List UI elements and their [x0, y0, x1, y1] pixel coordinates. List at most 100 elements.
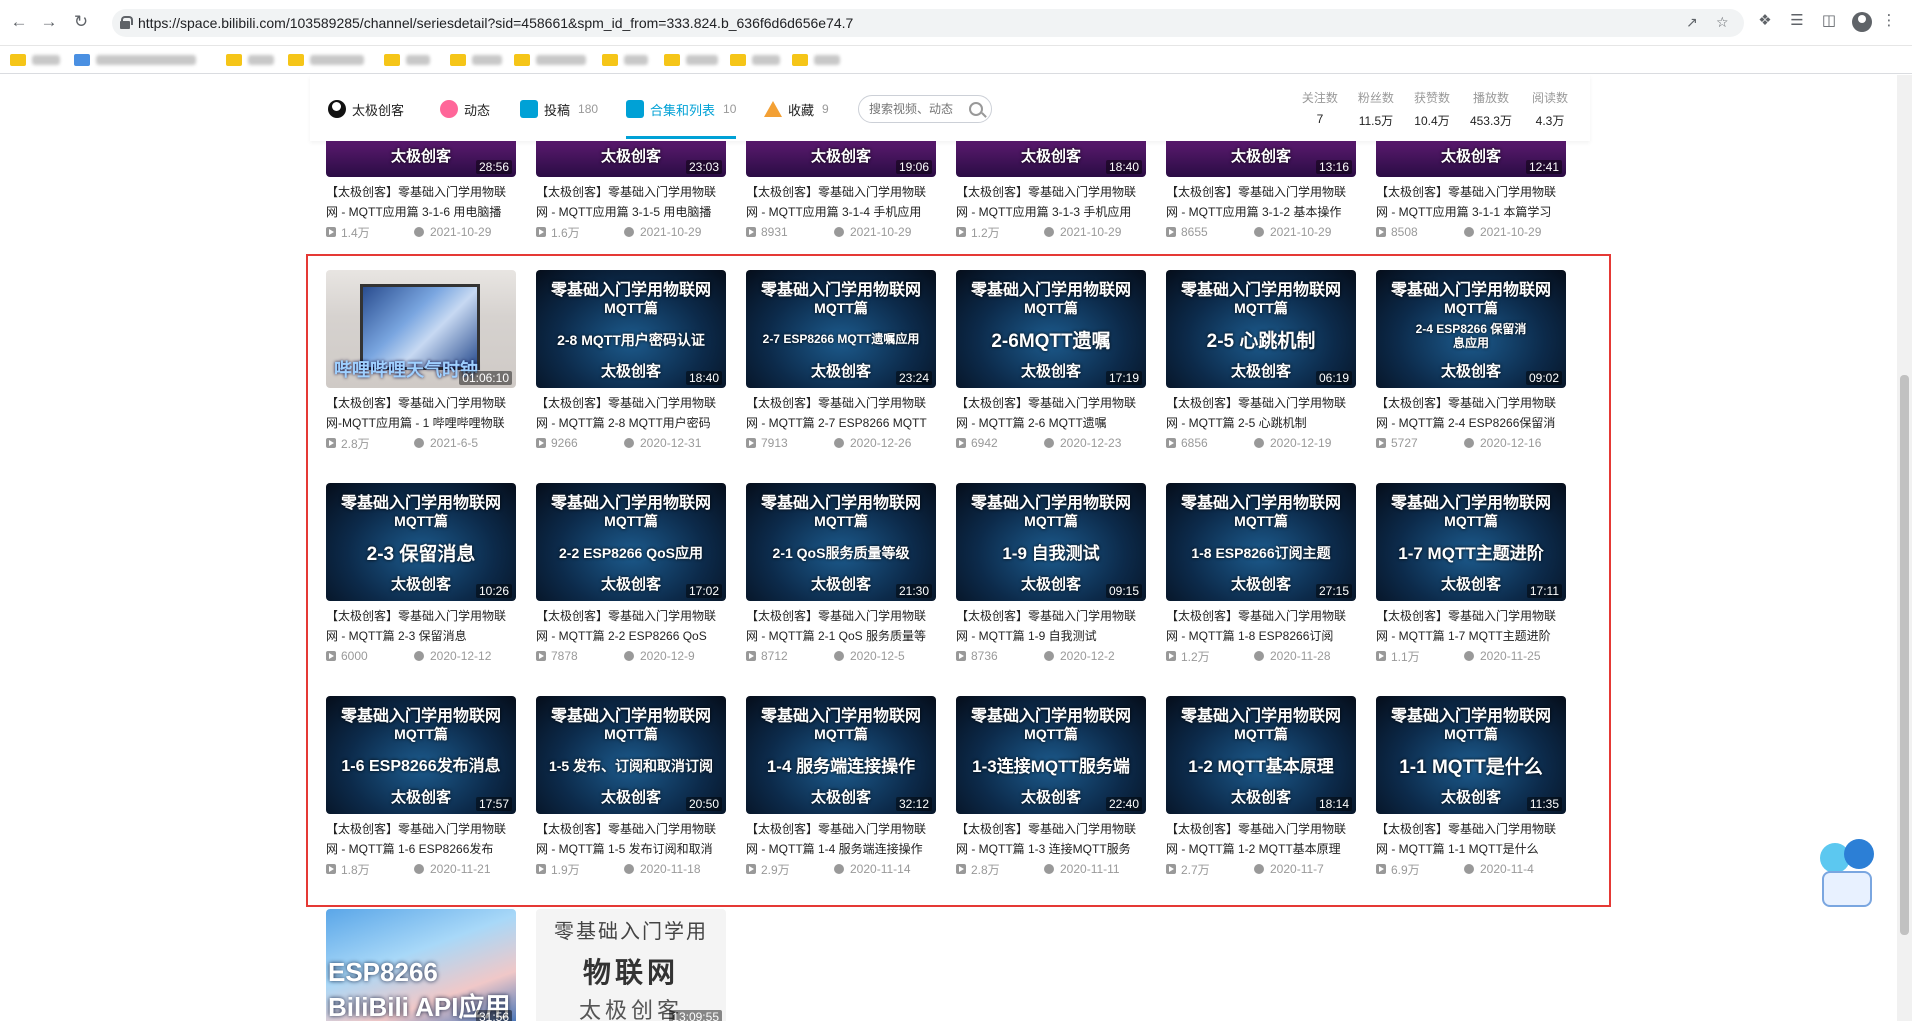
video-thumbnail[interactable]: 零基础入门学用物联网 MQTT篇 2-5 心跳机制 太极创客 06:19 [1166, 270, 1356, 388]
bookmark-star-icon[interactable]: ☆ [1716, 14, 1729, 31]
video-thumbnail[interactable]: 哔哩哔哩天气时钟 01:06:10 [326, 270, 516, 388]
video-title[interactable]: 【太极创客】零基础入门学用物联网 - MQTT篇 1-1 MQTT是什么 [1376, 819, 1566, 859]
reload-icon[interactable]: ↻ [70, 11, 92, 33]
video-thumbnail[interactable]: 零基础入门学用物联网 MQTT篇 2-1 QoS服务质量等级 太极创客 21:30 [746, 483, 936, 601]
video-title[interactable]: 【太极创客】零基础入门学用物联网 - MQTT篇 1-6 ESP8266发布 [326, 819, 516, 859]
video-title[interactable]: 【太极创客】零基础入门学用物联网 - MQTT篇 2-4 ESP8266保留消 [1376, 393, 1566, 433]
video-title[interactable]: 【太极创客】零基础入门学用物联网 - MQTT篇 1-9 自我测试 [956, 606, 1146, 646]
tab-collections[interactable]: 合集和列表 10 [626, 95, 737, 139]
video-thumbnail[interactable]: 零基础入门学用物联网 MQTT篇 1-1 MQTT是什么 太极创客 11:35 [1376, 696, 1566, 814]
video-thumbnail[interactable]: 太极创客 18:40 [956, 141, 1146, 177]
reading-list-icon[interactable]: ☰ [1788, 12, 1806, 30]
extensions-icon[interactable]: ❖ [1756, 12, 1774, 30]
video-title[interactable]: 【太极创客】零基础入门学用物联网 - MQTT应用篇 3-1-5 用电脑播 [536, 182, 726, 222]
bookmark-folder[interactable] [792, 51, 840, 69]
url-text[interactable]: https://space.bilibili.com/103589285/cha… [138, 15, 853, 31]
video-title[interactable]: 【太极创客】零基础入门学用物联网 - MQTT篇 2-1 QoS 服务质量等 [746, 606, 936, 646]
tab-favorites[interactable]: 收藏 9 [764, 95, 829, 123]
video-title[interactable]: 【太极创客】零基础入门学用物联网 - MQTT篇 1-8 ESP8266订阅 [1166, 606, 1356, 646]
video-card[interactable]: 零基础入门学用物联网 MQTT篇 2-2 ESP8266 QoS应用 太极创客 17:0… [536, 483, 726, 665]
video-title[interactable]: 【太极创客】零基础入门学用物联网 - MQTT篇 1-7 MQTT主题进阶 [1376, 606, 1566, 646]
scrollbar-thumb[interactable] [1900, 375, 1909, 935]
side-panel-icon[interactable]: ◫ [1820, 12, 1838, 30]
video-title[interactable]: 【太极创客】零基础入门学用物联网 - MQTT篇 1-4 服务端连接操作 [746, 819, 936, 859]
video-thumbnail[interactable]: 零基础入门学用物联网 MQTT篇 2-8 MQTT用户密码认证 太极创客 18:40 [536, 270, 726, 388]
bookmark-folder[interactable] [514, 51, 586, 69]
video-card[interactable]: 零基础入门学用物联网 MQTT篇 2-7 ESP8266 MQTT遗嘱应用 太极创客 2… [746, 270, 936, 452]
back-arrow-icon[interactable]: ← [8, 11, 30, 33]
video-title[interactable]: 【太极创客】零基础入门学用物联网 - MQTT篇 1-5 发布订阅和取消 [536, 819, 726, 859]
video-card[interactable]: 零基础入门学用物联网 MQTT篇 2-5 心跳机制 太极创客 06:19 【太极创客】零… [1166, 270, 1356, 452]
video-thumbnail[interactable]: 太极创客 19:06 [746, 141, 936, 177]
video-card[interactable]: 零基础入门学用物联网 MQTT篇 1-4 服务端连接操作 太极创客 32:12 【太极创… [746, 696, 936, 878]
bookmark-item[interactable] [74, 51, 196, 69]
video-thumbnail[interactable]: 零基础入门学用 物联网 太极创客 13:09:55 [536, 909, 726, 1021]
search-icon[interactable] [969, 102, 983, 116]
video-thumbnail[interactable]: 太极创客 13:16 [1166, 141, 1356, 177]
video-thumbnail[interactable]: 零基础入门学用物联网 MQTT篇 1-9 自我测试 太极创客 09:15 [956, 483, 1146, 601]
video-thumbnail[interactable]: 零基础入门学用物联网 MQTT篇 1-3连接MQTT服务端 太极创客 22:40 [956, 696, 1146, 814]
video-card[interactable]: 太极创客 28:56 【太极创客】零基础入门学用物联网 - MQTT应用篇 3-1… [326, 141, 516, 241]
stat-fans[interactable]: 粉丝数 11.5万 [1358, 89, 1394, 129]
video-thumbnail[interactable]: 零基础入门学用物联网 MQTT篇 1-2 MQTT基本原理 太极创客 18:14 [1166, 696, 1356, 814]
video-thumbnail[interactable]: 零基础入门学用物联网 MQTT篇 1-8 ESP8266订阅主题 太极创客 27:15 [1166, 483, 1356, 601]
video-thumbnail[interactable]: 零基础入门学用物联网 MQTT篇 2-6MQTT遗嘱 太极创客 17:19 [956, 270, 1146, 388]
video-card[interactable]: 太极创客 18:40 【太极创客】零基础入门学用物联网 - MQTT应用篇 3-1… [956, 141, 1146, 241]
video-title[interactable]: 【太极创客】零基础入门学用物联网 - MQTT篇 2-5 心跳机制 [1166, 393, 1356, 433]
bookmark-folder[interactable] [10, 51, 60, 69]
video-card[interactable]: 零基础入门学用物联网 MQTT篇 1-8 ESP8266订阅主题 太极创客 27:15 … [1166, 483, 1356, 665]
video-title[interactable]: 【太极创客】零基础入门学用物联网 - MQTT篇 1-2 MQTT基本原理 [1166, 819, 1356, 859]
video-card[interactable]: 太极创客 13:16 【太极创客】零基础入门学用物联网 - MQTT应用篇 3-1… [1166, 141, 1356, 241]
video-card[interactable]: 哔哩哔哩天气时钟 01:06:10 【太极创客】零基础入门学用物联网-MQTT应用… [326, 270, 516, 452]
video-title[interactable]: 【太极创客】零基础入门学用物联网-MQTT应用篇 - 1 哔哩哔哩物联 [326, 393, 516, 433]
space-search[interactable] [858, 95, 992, 123]
video-thumbnail[interactable]: 太极创客 23:03 [536, 141, 726, 177]
video-card[interactable]: 零基础入门学用物联网 MQTT篇 2-8 MQTT用户密码认证 太极创客 18:40 【… [536, 270, 726, 452]
search-input[interactable] [869, 101, 965, 117]
video-thumbnail[interactable]: 零基础入门学用物联网 MQTT篇 1-6 ESP8266发布消息 太极创客 17:57 [326, 696, 516, 814]
video-title[interactable]: 【太极创客】零基础入门学用物联网 - MQTT篇 2-6 MQTT遗嘱 [956, 393, 1146, 433]
video-thumbnail[interactable]: 零基础入门学用物联网 MQTT篇 1-5 发布、订阅和取消订阅 太极创客 20:50 [536, 696, 726, 814]
bookmark-folder[interactable] [288, 51, 364, 69]
video-title[interactable]: 【太极创客】零基础入门学用物联网 - MQTT应用篇 3-1-2 基本操作 [1166, 182, 1356, 222]
video-card[interactable]: 太极创客 19:06 【太极创客】零基础入门学用物联网 - MQTT应用篇 3-1… [746, 141, 936, 241]
video-card[interactable]: 零基础入门学用物联网 MQTT篇 1-5 发布、订阅和取消订阅 太极创客 20:50 【… [536, 696, 726, 878]
video-card[interactable]: 零基础入门学用物联网 MQTT篇 2-6MQTT遗嘱 太极创客 17:19 【太极创客】… [956, 270, 1146, 452]
video-thumbnail[interactable]: 零基础入门学用物联网 MQTT篇 2-3 保留消息 太极创客 10:26 [326, 483, 516, 601]
video-card[interactable]: 太极创客 23:03 【太极创客】零基础入门学用物联网 - MQTT应用篇 3-1… [536, 141, 726, 241]
video-card[interactable]: 零基础入门学用物联网 MQTT篇 1-2 MQTT基本原理 太极创客 18:14 【太极… [1166, 696, 1356, 878]
bookmark-folder[interactable] [226, 51, 274, 69]
video-thumbnail[interactable]: 零基础入门学用物联网 MQTT篇 2-2 ESP8266 QoS应用 太极创客 17:0… [536, 483, 726, 601]
video-card[interactable]: 零基础入门学用物联网 MQTT篇 1-9 自我测试 太极创客 09:15 【太极创客】零… [956, 483, 1146, 665]
tab-home[interactable]: 太极创客 [328, 95, 404, 123]
tab-dynamic[interactable]: 动态 [440, 95, 490, 123]
video-title[interactable]: 【太极创客】零基础入门学用物联网 - MQTT应用篇 3-1-6 用电脑播 [326, 182, 516, 222]
share-icon[interactable]: ↗ [1686, 14, 1698, 31]
video-card[interactable]: 零基础入门学用物联网 MQTT篇 1-3连接MQTT服务端 太极创客 22:40 【太极… [956, 696, 1146, 878]
video-title[interactable]: 【太极创客】零基础入门学用物联网 - MQTT篇 1-3 连接MQTT服务 [956, 819, 1146, 859]
video-thumbnail[interactable]: 太极创客 12:41 [1376, 141, 1566, 177]
bookmark-folder[interactable] [730, 51, 780, 69]
video-title[interactable]: 【太极创客】零基础入门学用物联网 - MQTT篇 2-8 MQTT用户密码 [536, 393, 726, 433]
video-thumbnail[interactable]: 零基础入门学用物联网 MQTT篇 1-7 MQTT主题进阶 太极创客 17:11 [1376, 483, 1566, 601]
video-title[interactable]: 【太极创客】零基础入门学用物联网 - MQTT篇 2-3 保留消息 [326, 606, 516, 646]
video-thumbnail[interactable]: 零基础入门学用物联网 MQTT篇 2-7 ESP8266 MQTT遗嘱应用 太极创客 2… [746, 270, 936, 388]
video-card[interactable]: 太极创客 12:41 【太极创客】零基础入门学用物联网 - MQTT应用篇 3-1… [1376, 141, 1566, 241]
menu-dots-icon[interactable]: ⋮ [1880, 12, 1898, 30]
video-thumbnail[interactable]: ESP8266 BiliBili API应用 31:56 [326, 909, 516, 1021]
video-thumbnail[interactable]: 太极创客 28:56 [326, 141, 516, 177]
video-title[interactable]: 【太极创客】零基础入门学用物联网 - MQTT应用篇 3-1-1 本篇学习 [1376, 182, 1566, 222]
forward-arrow-icon[interactable]: → [38, 11, 60, 33]
video-card[interactable]: ESP8266 BiliBili API应用 31:56 [326, 909, 516, 1021]
video-title[interactable]: 【太极创客】零基础入门学用物联网 - MQTT篇 2-2 ESP8266 QoS [536, 606, 726, 646]
video-card[interactable]: 零基础入门学用物联网 MQTT篇 2-4 ESP8266 保留消息应用 太极创客 09:… [1376, 270, 1566, 452]
tab-uploads[interactable]: 投稿 180 [520, 95, 598, 123]
video-thumbnail[interactable]: 零基础入门学用物联网 MQTT篇 1-4 服务端连接操作 太极创客 32:12 [746, 696, 936, 814]
bookmark-folder[interactable] [602, 51, 648, 69]
address-bar[interactable]: https://space.bilibili.com/103589285/cha… [112, 9, 1744, 37]
video-card[interactable]: 零基础入门学用物联网 MQTT篇 1-6 ESP8266发布消息 太极创客 17:57 … [326, 696, 516, 878]
bookmark-folder[interactable] [664, 51, 718, 69]
video-title[interactable]: 【太极创客】零基础入门学用物联网 - MQTT应用篇 3-1-3 手机应用 [956, 182, 1146, 222]
video-title[interactable]: 【太极创客】零基础入门学用物联网 - MQTT应用篇 3-1-4 手机应用 [746, 182, 936, 222]
video-card[interactable]: 零基础入门学用物联网 MQTT篇 2-3 保留消息 太极创客 10:26 【太极创客】零… [326, 483, 516, 665]
